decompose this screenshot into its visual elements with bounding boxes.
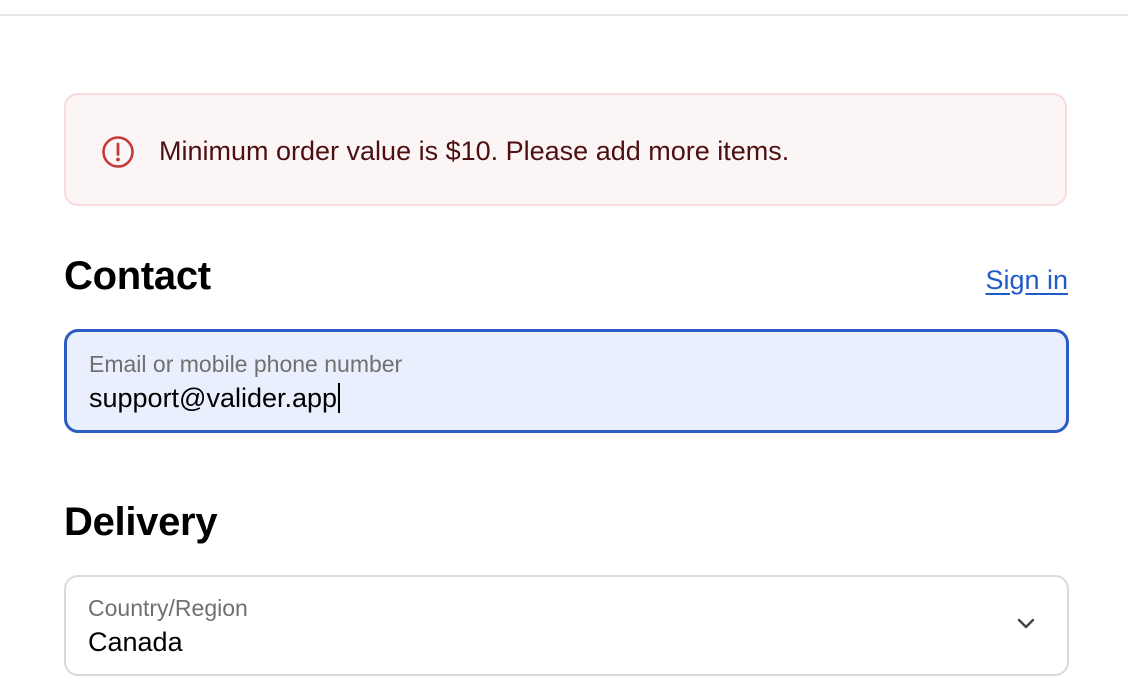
- email-input-text: support@valider.app: [89, 383, 338, 413]
- text-cursor: [338, 383, 341, 413]
- chevron-down-icon: [1015, 617, 1037, 631]
- error-message: Minimum order value is $10. Please add m…: [159, 136, 790, 166]
- country-region-label: Country/Region: [88, 595, 248, 621]
- delivery-heading: Delivery: [64, 500, 218, 544]
- email-field-value[interactable]: support@valider.app: [89, 381, 341, 415]
- error-banner: Minimum order value is $10. Please add m…: [64, 93, 1067, 206]
- email-field-label: Email or mobile phone number: [89, 351, 403, 377]
- email-field[interactable]: Email or mobile phone number support@val…: [64, 329, 1069, 433]
- sign-in-link[interactable]: Sign in: [985, 263, 1068, 297]
- contact-heading: Contact: [64, 254, 211, 298]
- error-circle-icon: [101, 135, 135, 169]
- top-divider: [0, 14, 1128, 16]
- country-region-value: Canada: [88, 627, 183, 657]
- country-region-select[interactable]: Country/Region Canada: [64, 575, 1069, 676]
